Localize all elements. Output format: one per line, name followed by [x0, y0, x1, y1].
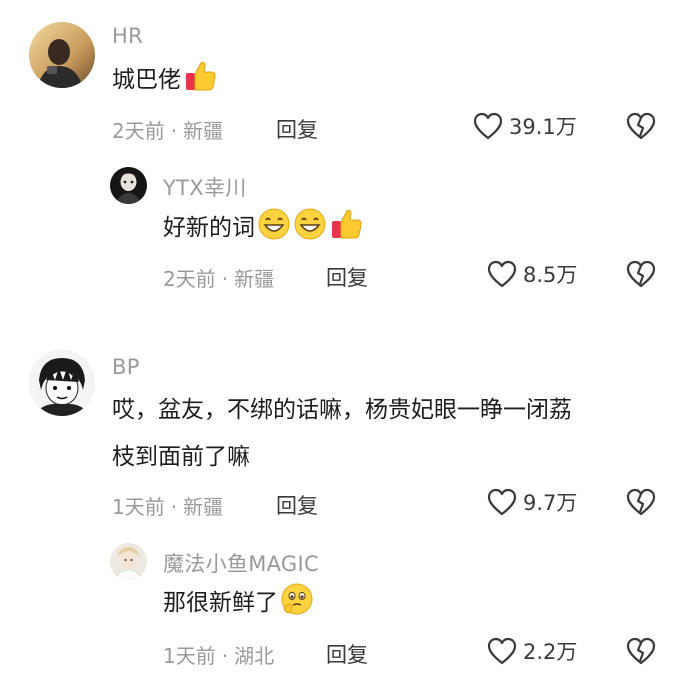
- heart-icon: [473, 112, 503, 140]
- avatar[interactable]: [29, 22, 95, 88]
- comment-meta: 2天前 · 新疆: [163, 263, 274, 292]
- username[interactable]: HR: [112, 24, 143, 48]
- face-holding-back-tears-icon: [280, 582, 314, 616]
- avatar[interactable]: [29, 350, 95, 416]
- comment-text-line: 那很新鲜了: [163, 590, 278, 616]
- separator: ·: [221, 644, 229, 668]
- avatar[interactable]: [110, 167, 147, 204]
- location: 新疆: [183, 495, 224, 519]
- reply-button[interactable]: 回复: [276, 490, 318, 520]
- comment-text: 好新的词: [163, 205, 363, 252]
- comment-text-line: 枝到面前了嘛: [112, 444, 250, 470]
- avatar[interactable]: [110, 543, 147, 580]
- comment-text: 哎，盆友，不绑的话嘛，杨贵妃眼一睁一闭荔 枝到面前了嘛: [112, 387, 572, 481]
- dislike-button[interactable]: [626, 112, 656, 140]
- like-button[interactable]: 2.2万: [487, 636, 577, 666]
- separator: ·: [221, 267, 229, 291]
- comment-meta: 2天前 · 新疆: [112, 115, 223, 144]
- separator: ·: [170, 119, 178, 143]
- timestamp: 2天前: [163, 267, 216, 291]
- reply-button[interactable]: 回复: [326, 262, 368, 292]
- dislike-button[interactable]: [626, 637, 656, 665]
- reply-button[interactable]: 回复: [326, 639, 368, 669]
- timestamp: 2天前: [112, 119, 165, 143]
- like-count: 9.7万: [523, 491, 578, 515]
- like-button[interactable]: 39.1万: [473, 111, 577, 141]
- location: 新疆: [234, 267, 275, 291]
- heart-icon: [487, 637, 517, 665]
- location: 新疆: [183, 119, 224, 143]
- location: 湖北: [234, 644, 275, 668]
- comment-text-line: 好新的词: [163, 215, 255, 241]
- timestamp: 1天前: [163, 644, 216, 668]
- heart-icon: [487, 488, 517, 516]
- username[interactable]: 魔法小鱼MAGIC: [163, 548, 319, 578]
- comment-text: 城巴佬: [112, 57, 217, 104]
- comment-text-line: 哎，盆友，不绑的话嘛，杨贵妃眼一睁一闭荔: [112, 397, 572, 423]
- like-button[interactable]: 8.5万: [487, 259, 577, 289]
- dislike-button[interactable]: [626, 488, 656, 516]
- comment-text: 那很新鲜了: [163, 580, 314, 627]
- like-count: 39.1万: [509, 115, 577, 139]
- broken-heart-icon: [626, 260, 656, 288]
- dislike-button[interactable]: [626, 260, 656, 288]
- like-count: 2.2万: [523, 640, 578, 664]
- like-count: 8.5万: [523, 263, 578, 287]
- broken-heart-icon: [626, 488, 656, 516]
- heart-icon: [487, 260, 517, 288]
- reply-button[interactable]: 回复: [276, 114, 318, 144]
- broken-heart-icon: [626, 637, 656, 665]
- timestamp: 1天前: [112, 495, 165, 519]
- username[interactable]: BP: [112, 355, 140, 379]
- thumbs-up-icon: [329, 207, 363, 241]
- username[interactable]: YTX幸川: [163, 172, 247, 202]
- comment-meta: 1天前 · 湖北: [163, 640, 274, 669]
- like-button[interactable]: 9.7万: [487, 487, 577, 517]
- grinning-face-icon: [293, 207, 327, 241]
- thumbs-up-icon: [183, 59, 217, 93]
- comment-meta: 1天前 · 新疆: [112, 491, 223, 520]
- comment-text-line: 城巴佬: [112, 67, 181, 93]
- separator: ·: [170, 495, 178, 519]
- broken-heart-icon: [626, 112, 656, 140]
- grinning-face-icon: [257, 207, 291, 241]
